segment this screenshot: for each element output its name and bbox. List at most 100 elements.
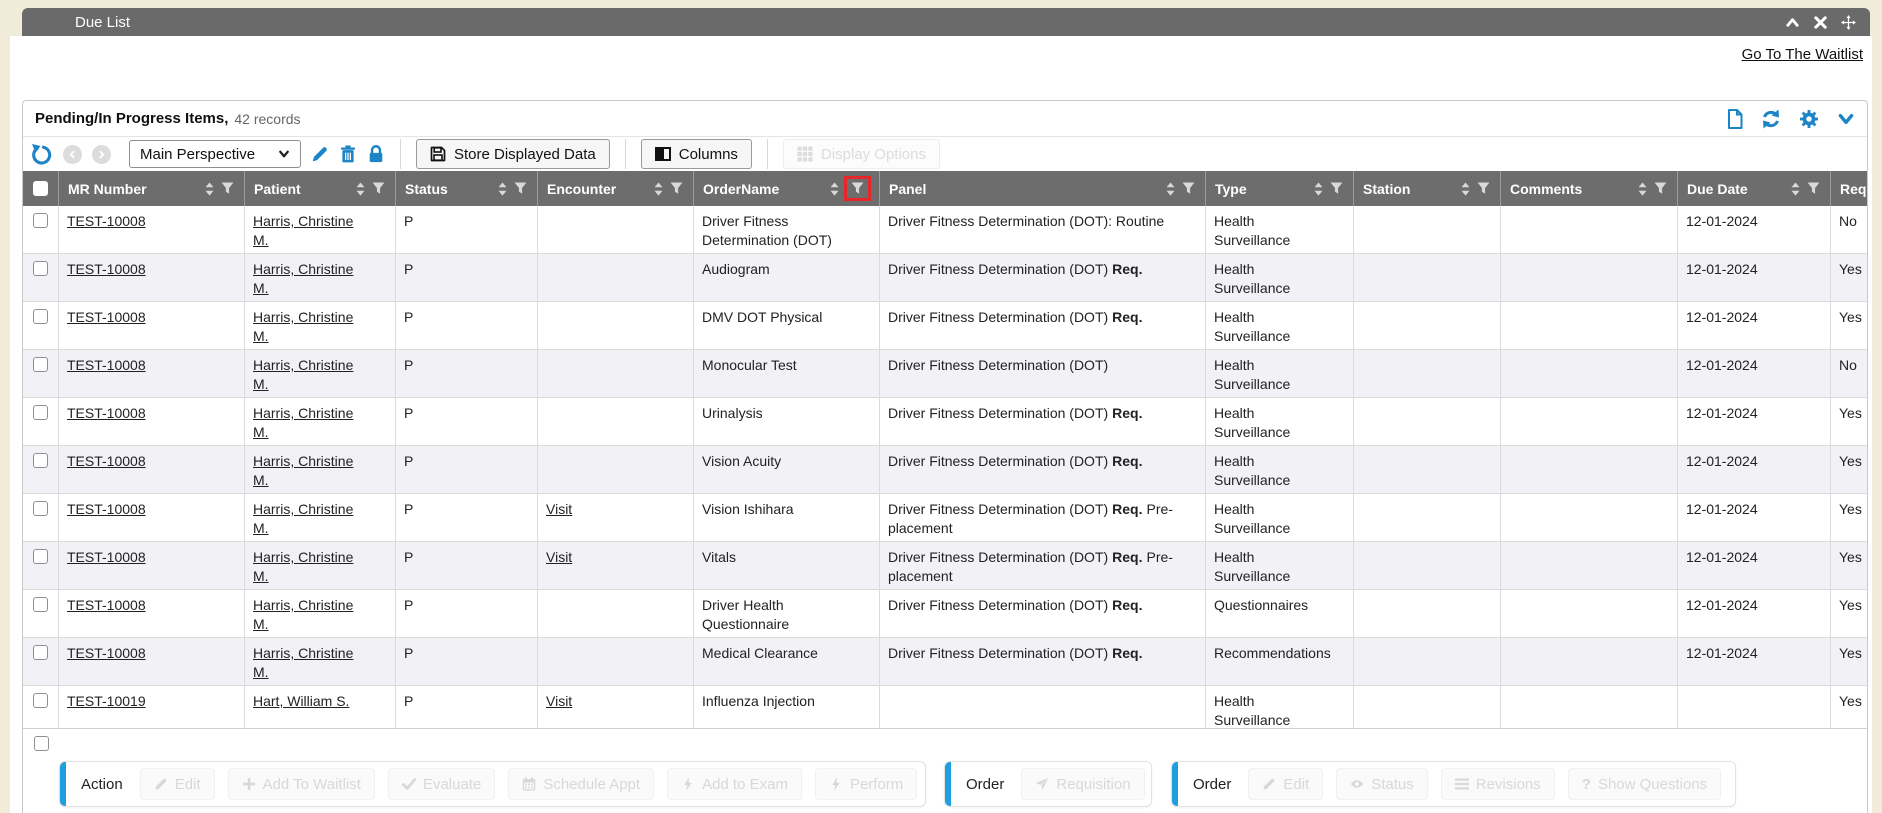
sort-icon[interactable] — [654, 182, 663, 196]
lock-perspective-icon[interactable] — [367, 145, 385, 163]
due-list-table-container[interactable]: MR NumberPatientStatusEncounterOrderName… — [23, 171, 1867, 729]
mr-number-link[interactable]: TEST-10008 — [67, 309, 146, 325]
gear-icon[interactable] — [1799, 109, 1819, 129]
mr-number-link[interactable]: TEST-10019 — [67, 693, 146, 709]
collapse-panel-chevron-down-icon[interactable] — [1837, 110, 1855, 128]
sort-icon[interactable] — [830, 182, 839, 196]
row-checkbox[interactable] — [33, 453, 48, 468]
patient-link[interactable]: Harris, Christine M. — [253, 261, 353, 296]
filter-funnel-icon[interactable] — [514, 182, 527, 195]
collapse-chevron-up-icon[interactable] — [1785, 15, 1800, 30]
close-icon[interactable] — [1813, 15, 1828, 30]
mr-number-link[interactable]: TEST-10008 — [67, 213, 146, 229]
perform-button[interactable]: Perform — [815, 768, 917, 800]
row-checkbox[interactable] — [33, 309, 48, 324]
mr-number-link[interactable]: TEST-10008 — [67, 453, 146, 469]
row-checkbox[interactable] — [33, 645, 48, 660]
go-to-waitlist-link[interactable]: Go To The Waitlist — [1742, 46, 1863, 63]
patient-link[interactable]: Harris, Christine M. — [253, 549, 353, 584]
sort-icon[interactable] — [1791, 182, 1800, 196]
perspective-select[interactable]: Main Perspective — [129, 140, 301, 168]
edit-button[interactable]: Edit — [1248, 768, 1323, 800]
filter-funnel-icon-highlighted[interactable] — [844, 176, 871, 201]
sort-icon[interactable] — [1314, 182, 1323, 196]
sort-icon[interactable] — [1461, 182, 1470, 196]
patient-link[interactable]: Harris, Christine M. — [253, 645, 353, 680]
requisition-button[interactable]: Requisition — [1021, 768, 1144, 800]
previous-perspective-button[interactable] — [63, 145, 82, 164]
move-icon[interactable] — [1841, 15, 1856, 30]
mr-number-link[interactable]: TEST-10008 — [67, 357, 146, 373]
select-all-checkbox[interactable] — [33, 181, 48, 196]
add-to-waitlist-button[interactable]: Add To Waitlist — [228, 768, 375, 800]
filter-funnel-icon[interactable] — [221, 182, 234, 195]
display-options-button[interactable]: Display Options — [783, 139, 940, 169]
column-header-type[interactable]: Type — [1206, 171, 1354, 206]
patient-link[interactable]: Harris, Christine M. — [253, 213, 353, 248]
refresh-icon[interactable] — [1761, 109, 1781, 129]
footer-select-all-checkbox[interactable] — [34, 736, 49, 751]
encounter-visit-link[interactable]: Visit — [546, 693, 572, 709]
patient-link[interactable]: Harris, Christine M. — [253, 309, 353, 344]
column-header-ordername[interactable]: OrderName — [694, 171, 880, 206]
row-checkbox[interactable] — [33, 693, 48, 708]
column-header-due-date[interactable]: Due Date — [1678, 171, 1831, 206]
sort-icon[interactable] — [1166, 182, 1175, 196]
row-checkbox[interactable] — [33, 549, 48, 564]
patient-link[interactable]: Harris, Christine M. — [253, 405, 353, 440]
columns-button[interactable]: Columns — [641, 139, 752, 169]
filter-funnel-icon[interactable] — [670, 182, 683, 195]
encounter-visit-link[interactable]: Visit — [546, 501, 572, 517]
row-checkbox[interactable] — [33, 213, 48, 228]
mr-number-link[interactable]: TEST-10008 — [67, 261, 146, 277]
filter-funnel-icon[interactable] — [1807, 182, 1820, 195]
status-button[interactable]: Status — [1336, 768, 1428, 800]
row-checkbox[interactable] — [33, 405, 48, 420]
filter-funnel-icon[interactable] — [1654, 182, 1667, 195]
undo-icon[interactable] — [31, 143, 53, 165]
mr-number-link[interactable]: TEST-10008 — [67, 597, 146, 613]
patient-link[interactable]: Harris, Christine M. — [253, 453, 353, 488]
mr-number-link[interactable]: TEST-10008 — [67, 405, 146, 421]
column-header-encounter[interactable]: Encounter — [538, 171, 694, 206]
row-checkbox[interactable] — [33, 597, 48, 612]
patient-link[interactable]: Hart, William S. — [253, 693, 349, 709]
patient-link[interactable]: Harris, Christine M. — [253, 357, 353, 392]
row-checkbox[interactable] — [33, 261, 48, 276]
mr-number-link[interactable]: TEST-10008 — [67, 645, 146, 661]
column-header-req[interactable]: Req — [1831, 171, 1867, 206]
schedule-appt-button[interactable]: Schedule Appt — [508, 768, 654, 800]
filter-funnel-icon[interactable] — [1477, 182, 1490, 195]
row-checkbox[interactable] — [33, 357, 48, 372]
edit-button[interactable]: Edit — [140, 768, 215, 800]
edit-perspective-pencil-icon[interactable] — [311, 145, 329, 163]
add-to-exam-button[interactable]: Add to Exam — [667, 768, 802, 800]
sort-icon[interactable] — [356, 182, 365, 196]
mr-number-link[interactable]: TEST-10008 — [67, 501, 146, 517]
column-header-mr-number[interactable]: MR Number — [59, 171, 245, 206]
column-header-station[interactable]: Station — [1354, 171, 1501, 206]
sort-icon[interactable] — [205, 182, 214, 196]
next-perspective-button[interactable] — [92, 145, 111, 164]
filter-funnel-icon[interactable] — [372, 182, 385, 195]
filter-funnel-icon[interactable] — [1182, 182, 1195, 195]
filter-funnel-icon[interactable] — [1330, 182, 1343, 195]
delete-perspective-trash-icon[interactable] — [339, 145, 357, 163]
new-file-icon[interactable] — [1727, 109, 1743, 129]
column-header-panel[interactable]: Panel — [880, 171, 1206, 206]
column-header-status[interactable]: Status — [396, 171, 538, 206]
sort-icon[interactable] — [498, 182, 507, 196]
revisions-button[interactable]: Revisions — [1441, 768, 1555, 800]
patient-link[interactable]: Harris, Christine M. — [253, 597, 353, 632]
sort-icon[interactable] — [1638, 182, 1647, 196]
column-header-comments[interactable]: Comments — [1501, 171, 1678, 206]
mr-number-link[interactable]: TEST-10008 — [67, 549, 146, 565]
evaluate-button[interactable]: Evaluate — [388, 768, 495, 800]
show-questions-button[interactable]: ?Show Questions — [1568, 768, 1721, 800]
window-titlebar[interactable]: Due List — [22, 8, 1870, 36]
column-header-patient[interactable]: Patient — [245, 171, 396, 206]
patient-link[interactable]: Harris, Christine M. — [253, 501, 353, 536]
store-displayed-data-button[interactable]: Store Displayed Data — [416, 139, 610, 169]
row-checkbox[interactable] — [33, 501, 48, 516]
encounter-visit-link[interactable]: Visit — [546, 549, 572, 565]
